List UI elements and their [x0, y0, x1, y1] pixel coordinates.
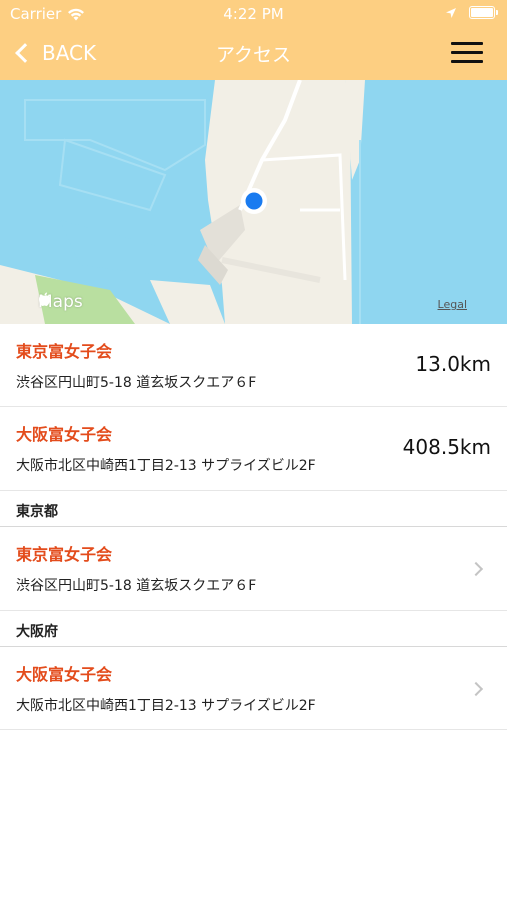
status-right-group — [445, 6, 498, 19]
location-address: 大阪市北区中崎西1丁目2-13 サプライズビル2F — [16, 458, 316, 474]
back-button[interactable]: BACK — [12, 38, 96, 68]
map-terrain — [0, 80, 507, 324]
prefecture-row-tokyo[interactable]: 東京富女子会 渋谷区円山町5-18 道玄坂スクエア６F — [0, 527, 507, 611]
location-address: 渋谷区円山町5-18 道玄坂スクエア６F — [16, 578, 257, 594]
nearby-row-osaka[interactable]: 大阪富女子会 大阪市北区中崎西1丁目2-13 サプライズビル2F 408.5km — [0, 407, 507, 491]
location-name: 東京富女子会 — [16, 545, 113, 564]
location-name: 大阪富女子会 — [16, 425, 113, 444]
section-title: 大阪府 — [16, 624, 58, 640]
location-address: 大阪市北区中崎西1丁目2-13 サプライズビル2F — [16, 698, 316, 714]
apple-maps-logo: Maps — [38, 292, 83, 312]
location-list: 東京富女子会 渋谷区円山町5-18 道玄坂スクエア６F 13.0km 大阪富女子… — [0, 324, 507, 730]
location-name: 東京富女子会 — [16, 342, 113, 361]
prefecture-row-osaka[interactable]: 大阪富女子会 大阪市北区中崎西1丁目2-13 サプライズビル2F — [0, 647, 507, 730]
location-distance: 408.5km — [402, 435, 491, 459]
location-distance: 13.0km — [415, 352, 491, 376]
chevron-right-icon — [468, 681, 484, 697]
section-title: 東京都 — [16, 504, 58, 520]
status-bar: Carrier 4:22 PM — [0, 0, 507, 28]
location-name: 大阪富女子会 — [16, 665, 113, 684]
chevron-right-icon — [468, 561, 484, 577]
battery-icon — [469, 6, 498, 19]
apple-logo-icon — [39, 292, 50, 306]
hamburger-menu-icon[interactable] — [451, 40, 483, 66]
back-label: BACK — [42, 41, 97, 65]
legal-link[interactable]: Legal — [438, 298, 467, 311]
clock: 4:22 PM — [223, 5, 284, 23]
location-arrow-icon — [446, 7, 456, 18]
navigation-bar: BACK アクセス — [0, 30, 507, 76]
section-header-osaka: 大阪府 — [0, 611, 507, 647]
nearby-row-tokyo[interactable]: 東京富女子会 渋谷区円山町5-18 道玄坂スクエア６F 13.0km — [0, 324, 507, 407]
location-address: 渋谷区円山町5-18 道玄坂スクエア６F — [16, 375, 257, 391]
map-view[interactable]: Maps Legal — [0, 80, 507, 324]
header-bar: Carrier 4:22 PM BACK アクセス — [0, 0, 507, 80]
section-header-tokyo: 東京都 — [0, 491, 507, 527]
chevron-left-icon — [15, 43, 35, 63]
